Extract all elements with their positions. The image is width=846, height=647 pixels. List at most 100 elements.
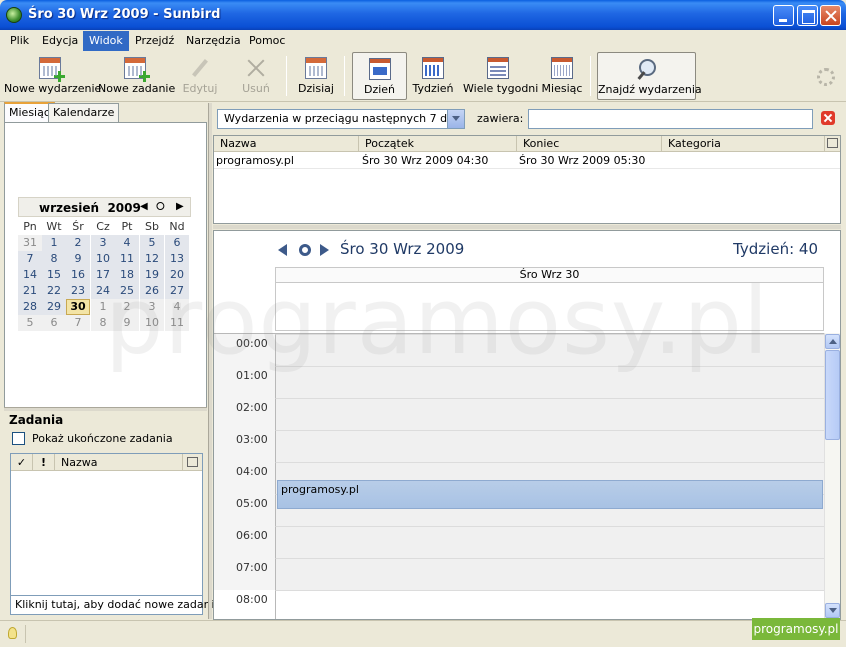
new-task-button[interactable]: Nowe zadanie: [98, 52, 175, 100]
go-today-icon[interactable]: [299, 244, 311, 256]
day-cell[interactable]: 15: [42, 267, 66, 283]
day-cell[interactable]: 8: [42, 251, 66, 267]
task-column-picker-icon[interactable]: [187, 457, 198, 467]
day-cell[interactable]: 7: [66, 315, 90, 331]
hour-slot[interactable]: [275, 398, 824, 430]
day-cell[interactable]: 1: [91, 299, 115, 315]
day-cell[interactable]: 4: [115, 235, 139, 251]
day-cell[interactable]: 18: [115, 267, 139, 283]
minimize-button[interactable]: [773, 5, 794, 26]
hour-slot[interactable]: [275, 430, 824, 462]
hour-slot[interactable]: [275, 334, 824, 366]
day-cell[interactable]: 9: [115, 315, 139, 331]
day-cell[interactable]: 16: [66, 267, 90, 283]
panel-divider[interactable]: [208, 103, 212, 619]
column-category[interactable]: Kategoria: [662, 136, 825, 152]
minimonth-month[interactable]: wrzesień: [39, 201, 99, 215]
day-cell[interactable]: 24: [91, 283, 115, 299]
day-cell[interactable]: 3: [140, 299, 164, 315]
scroll-down-icon[interactable]: [825, 603, 840, 618]
task-completed-column[interactable]: ✓: [11, 454, 33, 471]
edit-button[interactable]: Edytuj: [178, 52, 222, 100]
day-cell[interactable]: 28: [18, 299, 42, 315]
menu-tools[interactable]: Narzędzia: [180, 31, 247, 51]
show-completed-checkbox[interactable]: [12, 432, 25, 445]
day-cell[interactable]: 5: [140, 235, 164, 251]
event-list-splitter[interactable]: [213, 225, 841, 229]
hour-slot[interactable]: [275, 366, 824, 398]
multiweek-view-button[interactable]: Wiele tygodni: [463, 52, 538, 100]
day-cell[interactable]: 23: [66, 283, 90, 299]
event-filter-select[interactable]: Wydarzenia w przeciągu następnych 7 dni: [217, 109, 465, 129]
tab-calendars[interactable]: Kalendarze: [48, 103, 120, 122]
new-task-input[interactable]: Kliknij tutaj, aby dodać nowe zadanie: [10, 595, 220, 615]
delete-button[interactable]: Usuń: [235, 52, 277, 100]
menu-edit[interactable]: Edycja: [36, 31, 84, 51]
chevron-down-icon[interactable]: [447, 110, 464, 128]
column-name[interactable]: Nazwa: [214, 136, 359, 152]
day-cell[interactable]: 19: [140, 267, 164, 283]
hour-slot[interactable]: [275, 526, 824, 558]
minimonth-year[interactable]: 2009: [107, 201, 140, 215]
week-view-button[interactable]: Tydzień: [410, 52, 456, 100]
day-cell[interactable]: 10: [91, 251, 115, 267]
prev-day-icon[interactable]: [278, 244, 287, 256]
menu-help[interactable]: Pomoc: [243, 31, 291, 51]
scroll-up-icon[interactable]: [825, 334, 840, 349]
scrollbar-thumb[interactable]: [825, 350, 840, 440]
day-cell[interactable]: 11: [115, 251, 139, 267]
clear-search-icon[interactable]: [821, 111, 835, 125]
day-cell-today[interactable]: 30: [66, 299, 90, 315]
day-cell[interactable]: 12: [140, 251, 164, 267]
menu-file[interactable]: Plik: [4, 31, 35, 51]
day-cell[interactable]: 25: [115, 283, 139, 299]
day-cell[interactable]: 3: [91, 235, 115, 251]
day-cell[interactable]: 13: [165, 251, 189, 267]
day-cell[interactable]: 17: [91, 267, 115, 283]
maximize-button[interactable]: [797, 5, 818, 26]
column-picker-icon[interactable]: [827, 138, 838, 148]
day-cell[interactable]: 27: [165, 283, 189, 299]
day-cell[interactable]: 1: [42, 235, 66, 251]
column-end[interactable]: Koniec: [517, 136, 662, 152]
task-list[interactable]: ✓ ! Nazwa: [10, 453, 203, 596]
menu-go[interactable]: Przejdź: [129, 31, 180, 51]
day-cell[interactable]: 11: [165, 315, 189, 331]
event-box[interactable]: programosy.pl: [277, 480, 823, 509]
day-cell[interactable]: 5: [18, 315, 42, 331]
find-events-button[interactable]: Znajdź wydarzenia: [597, 52, 702, 100]
all-day-area[interactable]: [275, 283, 824, 331]
next-day-icon[interactable]: [320, 244, 329, 256]
day-cell[interactable]: 2: [66, 235, 90, 251]
day-cell[interactable]: 22: [42, 283, 66, 299]
month-view-button[interactable]: Miesiąc: [541, 52, 583, 100]
day-view-button[interactable]: Dzień: [352, 52, 407, 100]
column-start[interactable]: Początek: [359, 136, 517, 152]
day-cell[interactable]: 10: [140, 315, 164, 331]
day-cell[interactable]: 26: [140, 283, 164, 299]
search-input[interactable]: [528, 109, 813, 129]
task-name-column[interactable]: Nazwa: [55, 454, 183, 471]
day-cell[interactable]: 31: [18, 235, 42, 251]
day-view-scrollbar[interactable]: [824, 333, 840, 619]
task-priority-column[interactable]: !: [33, 454, 55, 471]
minimonth-today-icon[interactable]: ⭘: [156, 200, 165, 214]
day-cell[interactable]: 7: [18, 251, 42, 267]
minimonth-next-icon[interactable]: ▶: [176, 201, 184, 212]
today-button[interactable]: Dzisiaj: [294, 52, 338, 100]
day-cell[interactable]: 6: [165, 235, 189, 251]
day-cell[interactable]: 20: [165, 267, 189, 283]
new-event-button[interactable]: Nowe wydarzenie: [4, 52, 101, 100]
hour-slot[interactable]: [275, 590, 824, 619]
close-window-button[interactable]: [820, 5, 841, 26]
day-cell[interactable]: 6: [42, 315, 66, 331]
day-cell[interactable]: 4: [165, 299, 189, 315]
day-cell[interactable]: 21: [18, 283, 42, 299]
day-cell[interactable]: 14: [18, 267, 42, 283]
day-cell[interactable]: 9: [66, 251, 90, 267]
show-completed-label[interactable]: Pokaż ukończone zadania: [32, 432, 173, 445]
menu-view[interactable]: Widok: [83, 31, 129, 51]
minimonth-prev-icon[interactable]: ◀: [140, 201, 148, 212]
day-cell[interactable]: 2: [115, 299, 139, 315]
day-cell[interactable]: 8: [91, 315, 115, 331]
